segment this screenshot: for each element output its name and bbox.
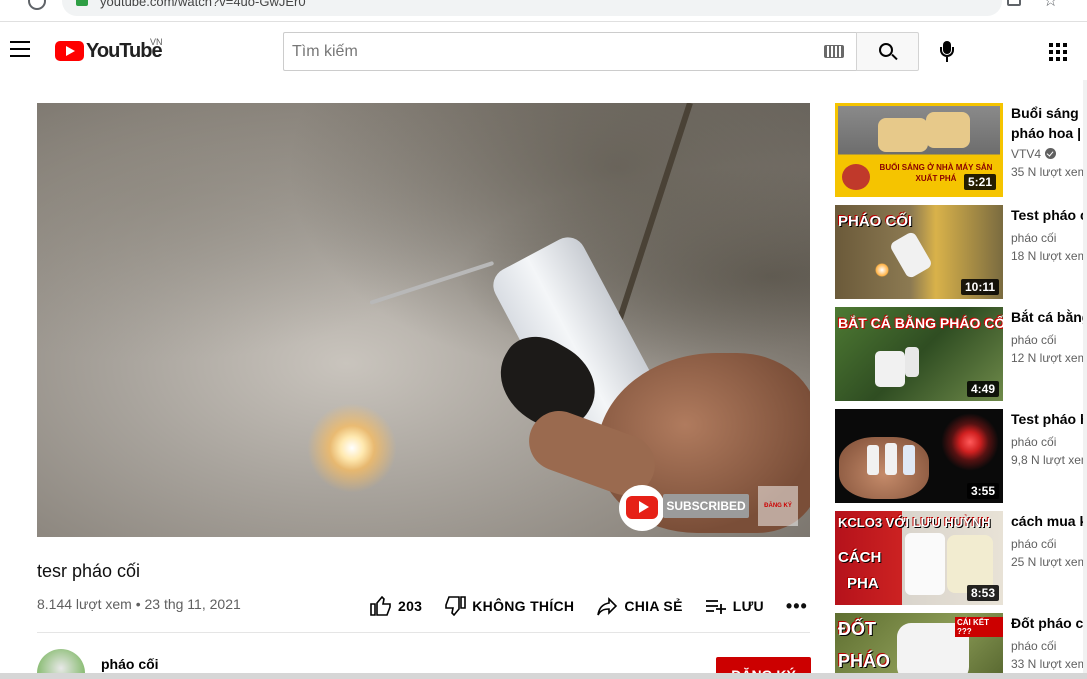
recommendation-thumbnail[interactable]: KCLO3 VỚI LƯU HUỲNH CÁCH PHA 8:53: [835, 511, 1003, 605]
video-duration: 3:55: [966, 483, 999, 499]
subscribe-watermark[interactable]: SUBSCRIBED ĐĂNG KÝ: [615, 483, 805, 531]
thumbnail-overlay-text: BẮT CÁ BẰNG PHÁO CỐI: [838, 315, 1003, 331]
recommendation-thumbnail[interactable]: BUỔI SÁNG Ở NHÀ MÁY SẢN XUẤT PHÁ 5:21: [835, 103, 1003, 197]
thumbnail-overlay-text-2: CÁCH: [838, 549, 882, 566]
video-actions-bar: 203 KHÔNG THÍCH CHIA SẺ LƯU •••: [370, 592, 808, 620]
youtube-watch-page: youtube.com/watch?v=4uo-GwJEr0 ☆ YouTube…: [0, 0, 1087, 679]
share-button[interactable]: CHIA SẺ: [596, 596, 682, 616]
recommendation-item[interactable]: BẮT CÁ BẰNG PHÁO CỐI 4:49 Bắt cá bằng ph…: [835, 307, 1087, 401]
channel-name[interactable]: pháo cối: [101, 656, 159, 672]
share-icon: [597, 597, 618, 616]
more-actions-button[interactable]: •••: [786, 596, 808, 617]
dislike-label: KHÔNG THÍCH: [472, 598, 575, 614]
recommendation-channel[interactable]: pháo cối: [1011, 435, 1056, 449]
like-count: 203: [398, 598, 423, 614]
search-button[interactable]: [856, 32, 919, 71]
video-view-count-date: 8.144 lượt xem • 23 thg 11, 2021: [37, 596, 241, 612]
watermark-bell-label: ĐĂNG KÝ: [758, 486, 798, 526]
divider: [37, 632, 810, 633]
video-duration: 4:49: [966, 381, 999, 397]
youtube-watermark-icon: [619, 485, 665, 531]
like-button[interactable]: 203: [370, 596, 422, 616]
save-button[interactable]: LƯU: [705, 596, 764, 616]
install-app-icon[interactable]: [1007, 0, 1021, 6]
recommendation-thumbnail[interactable]: ĐỐT PHÁO CÁI KẾT ???: [835, 613, 1003, 679]
recommendation-views: 18 N lượt xem: [1011, 249, 1087, 263]
menu-hamburger-icon[interactable]: [10, 41, 30, 57]
recommendation-item[interactable]: ĐỐT PHÁO CÁI KẾT ??? Đốt pháo cố pháo cố…: [835, 613, 1087, 679]
recommendation-title[interactable]: cách mua ko: [1011, 511, 1087, 531]
playlist-add-icon: [705, 600, 726, 614]
recommendation-views: 25 N lượt xem: [1011, 555, 1087, 569]
subscribed-watermark-label: SUBSCRIBED: [663, 494, 749, 518]
recommendation-channel[interactable]: pháo cối: [1011, 639, 1056, 653]
recommendation-channel[interactable]: VTV4: [1011, 147, 1057, 161]
dislike-button[interactable]: KHÔNG THÍCH: [444, 596, 574, 616]
recommendation-title[interactable]: Buổi sáng ở pháo hoa | V: [1011, 103, 1087, 143]
thumbnail-overlay-text-3: PHA: [847, 575, 879, 592]
share-label: CHIA SẺ: [624, 598, 683, 614]
search-input[interactable]: [284, 33, 804, 70]
recommendation-channel-name: VTV4: [1011, 147, 1042, 161]
recommendation-views: 35 N lượt xem: [1011, 165, 1087, 179]
browser-toolbar: youtube.com/watch?v=4uo-GwJEr0 ☆: [0, 0, 1087, 22]
recommendation-item[interactable]: PHÁO CỐI 10:11 Test pháo cố pháo cối 18 …: [835, 205, 1087, 299]
recommendation-channel[interactable]: pháo cối: [1011, 231, 1056, 245]
video-frame-spark: [307, 403, 397, 493]
video-title: tesr pháo cối: [37, 561, 141, 581]
taskbar-edge: [0, 673, 1087, 679]
video-duration: 10:11: [960, 279, 999, 295]
youtube-play-logo-icon: [55, 41, 84, 61]
recommendation-item[interactable]: BUỔI SÁNG Ở NHÀ MÁY SẢN XUẤT PHÁ 5:21 Bu…: [835, 103, 1087, 197]
logo-country-code: VN: [150, 37, 163, 47]
thumbnail-overlay-text-2: PHÁO: [838, 651, 891, 671]
recommendation-thumbnail[interactable]: BẮT CÁ BẰNG PHÁO CỐI 4:49: [835, 307, 1003, 401]
thumbs-up-icon: [370, 596, 391, 616]
thumbnail-overlay-text-3: CÁI KẾT ???: [955, 617, 1003, 637]
recommendation-title[interactable]: Đốt pháo cố: [1011, 613, 1087, 633]
page-scrollbar[interactable]: [1083, 80, 1087, 679]
search-icon-handle: [891, 53, 898, 61]
recommendation-item[interactable]: 3:55 Test pháo ho pháo cối 9,8 N lượt xe…: [835, 409, 1087, 503]
recommendation-views: 12 N lượt xem: [1011, 351, 1087, 365]
address-bar-url[interactable]: youtube.com/watch?v=4uo-GwJEr0: [100, 0, 306, 9]
thumbnail-overlay-text: PHÁO CỐI: [838, 213, 913, 230]
thumbnail-overlay-text: KCLO3 VỚI LƯU HUỲNH: [838, 515, 991, 530]
recommendation-title[interactable]: Bắt cá bằng: [1011, 307, 1087, 327]
masthead: YouTube VN: [0, 23, 1087, 79]
keyboard-icon[interactable]: [824, 45, 844, 58]
thumbnail-overlay-text: ĐỐT: [838, 619, 876, 639]
video-duration: 5:21: [963, 174, 996, 190]
search-box: [283, 32, 856, 71]
recommendation-views: 33 N lượt xem: [1011, 657, 1087, 671]
recommendation-title-line2: pháo hoa | V: [1011, 125, 1087, 141]
recommendation-item[interactable]: KCLO3 VỚI LƯU HUỲNH CÁCH PHA 8:53 cách m…: [835, 511, 1087, 605]
recommendation-channel[interactable]: pháo cối: [1011, 537, 1056, 551]
bookmark-star-icon[interactable]: ☆: [1043, 0, 1058, 11]
recommendation-title[interactable]: Test pháo ho: [1011, 409, 1087, 429]
youtube-logo[interactable]: YouTube: [55, 39, 163, 63]
verified-check-icon: [1045, 148, 1057, 159]
apps-grid-icon[interactable]: [1049, 43, 1067, 61]
video-duration: 8:53: [966, 585, 999, 601]
reload-icon[interactable]: [28, 0, 46, 10]
thumbs-down-icon: [445, 596, 467, 616]
video-player[interactable]: SUBSCRIBED ĐĂNG KÝ: [37, 103, 810, 537]
recommendation-title-line1: Buổi sáng ở: [1011, 105, 1087, 121]
recommendation-title[interactable]: Test pháo cố: [1011, 205, 1087, 225]
microphone-icon[interactable]: [937, 41, 957, 63]
recommendation-thumbnail[interactable]: 3:55: [835, 409, 1003, 503]
secure-lock-icon[interactable]: [76, 0, 88, 6]
recommendation-thumbnail[interactable]: PHÁO CỐI 10:11: [835, 205, 1003, 299]
recommendation-views: 9,8 N lượt xem: [1011, 453, 1087, 467]
save-label: LƯU: [732, 598, 764, 614]
recommendation-channel[interactable]: pháo cối: [1011, 333, 1056, 347]
